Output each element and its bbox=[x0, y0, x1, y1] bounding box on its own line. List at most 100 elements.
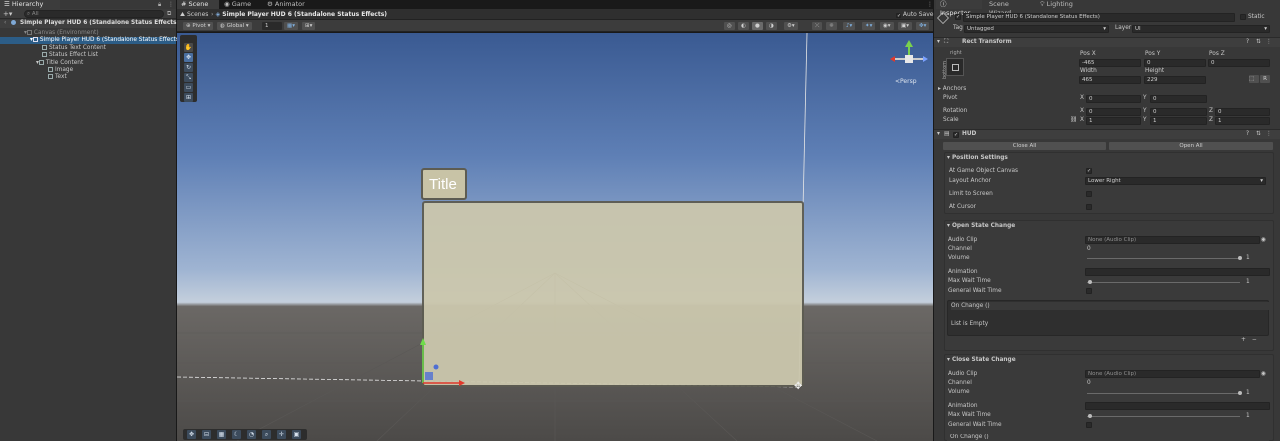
rotation-z-field[interactable]: 0 bbox=[1215, 108, 1270, 116]
add-event-button[interactable]: + bbox=[1241, 336, 1246, 344]
active-checkbox[interactable]: ✓ bbox=[955, 14, 961, 20]
pivot-y-field[interactable]: 0 bbox=[1150, 95, 1207, 103]
breadcrumb-root[interactable]: ⛰ Scenes bbox=[180, 11, 208, 19]
tab-scene-wizard[interactable]: Scene Wizard bbox=[985, 0, 1035, 17]
pos-x-field[interactable]: -465 bbox=[1079, 59, 1141, 67]
overlay-cam-tool-icon[interactable]: ▣ bbox=[292, 430, 301, 439]
constrain-proportions-icon[interactable]: ⛓ bbox=[1070, 116, 1077, 124]
position-settings-foldout[interactable]: ▾ Position Settings bbox=[947, 154, 1008, 162]
persp-label[interactable]: <Persp bbox=[895, 78, 917, 85]
tab-animator[interactable]: ⚙ Animator bbox=[263, 0, 313, 9]
open-audio-clip-field[interactable]: None (Audio Clip) bbox=[1085, 236, 1260, 244]
add-icon[interactable]: +▾ bbox=[3, 10, 12, 18]
render-mode-dropdown[interactable]: ⚙▾ bbox=[784, 22, 798, 30]
tab-lighting[interactable]: 💡︎ Lighting bbox=[1036, 0, 1081, 9]
rotate-tool-icon[interactable]: ↻ bbox=[184, 63, 193, 72]
preset-icon[interactable]: ⇅ bbox=[1256, 130, 1261, 138]
tab-inspector[interactable]: ⓘ Inspector bbox=[936, 0, 982, 17]
auto-save-toggle[interactable]: ✓ Auto Save bbox=[896, 11, 934, 19]
rect-transform-header[interactable]: ▾ ⛶ Rect Transform ? ⇅ ⋮ bbox=[934, 37, 1280, 47]
object-name-field[interactable]: Simple Player HUD 6 (Standalone Status E… bbox=[963, 13, 1235, 22]
pos-z-field[interactable]: 0 bbox=[1208, 59, 1270, 67]
hud-title-box[interactable]: Title bbox=[421, 168, 467, 200]
open-volume-slider[interactable] bbox=[1087, 258, 1240, 259]
limit-to-screen-checkbox[interactable] bbox=[1086, 191, 1092, 197]
close-state-change-foldout[interactable]: ▾ Close State Change bbox=[947, 356, 1016, 364]
layer-dropdown[interactable]: UI ▾ bbox=[1132, 25, 1270, 33]
gizmos-dropdown[interactable]: ✥▾ bbox=[916, 22, 930, 30]
static-checkbox[interactable] bbox=[1240, 14, 1246, 20]
move-tool-icon[interactable]: ✥ bbox=[184, 53, 193, 62]
move-gizmo[interactable] bbox=[417, 335, 477, 395]
rect-corner-handle-icon[interactable]: ✥ bbox=[794, 381, 802, 392]
close-general-wait-checkbox[interactable] bbox=[1086, 422, 1092, 428]
close-animation-field[interactable] bbox=[1085, 402, 1270, 410]
raw-edit-button[interactable]: R bbox=[1260, 75, 1270, 83]
tab-scene[interactable]: # Scene bbox=[177, 0, 219, 9]
open-state-change-foldout[interactable]: ▾ Open State Change bbox=[947, 222, 1015, 230]
snap-increment-button[interactable]: ⊞▾ bbox=[302, 22, 316, 30]
width-field[interactable]: 465 bbox=[1079, 76, 1141, 84]
global-dropdown[interactable]: ◍ Global ▾ bbox=[217, 22, 252, 30]
open-max-wait-slider[interactable] bbox=[1087, 282, 1240, 283]
pos-y-field[interactable]: 0 bbox=[1144, 59, 1206, 67]
shaded-button[interactable]: ◐ bbox=[738, 22, 749, 30]
open-general-wait-checkbox[interactable] bbox=[1086, 288, 1092, 294]
open-volume-knob[interactable] bbox=[1238, 256, 1242, 260]
search-filter-icon[interactable]: ⧉ bbox=[167, 10, 171, 18]
2d-toggle[interactable]: ⤫ bbox=[812, 22, 823, 30]
help-icon[interactable]: ? bbox=[1246, 130, 1249, 138]
close-max-wait-slider[interactable] bbox=[1087, 416, 1240, 417]
layout-anchor-dropdown[interactable]: Lower Right ▾ bbox=[1085, 177, 1266, 185]
auto-save-checkbox[interactable]: ✓ bbox=[896, 13, 901, 19]
scene-viewport[interactable]: Title ✥ ✋ ✥ ↻ ⤡ ▭ ⊞ <Persp ✥ ⊟ ▦ ☾ ◔ ⌕ ✛… bbox=[177, 33, 933, 441]
audio-toggle[interactable]: ♪▾ bbox=[843, 22, 856, 30]
hand-tool-icon[interactable]: ✋ bbox=[184, 43, 193, 52]
lock-icon[interactable]: 🔒︎ bbox=[158, 1, 161, 9]
scene-more-icon[interactable]: ⋮ bbox=[927, 1, 933, 8]
overlay-search-icon[interactable]: ⌕ bbox=[262, 430, 271, 439]
open-max-wait-knob[interactable] bbox=[1088, 280, 1092, 284]
pivot-dropdown[interactable]: ⊕ Pivot ▾ bbox=[183, 22, 214, 30]
overlay-lighting-icon[interactable]: ☾ bbox=[232, 430, 241, 439]
close-volume-slider[interactable] bbox=[1087, 393, 1240, 394]
hierarchy-item[interactable]: Image bbox=[0, 67, 73, 74]
preset-icon[interactable]: ⇅ bbox=[1256, 38, 1261, 46]
grid-snap-button[interactable]: ▦▾ bbox=[284, 22, 298, 30]
hierarchy-search-input[interactable]: ⌕ All bbox=[24, 10, 164, 18]
solid-button[interactable]: ● bbox=[752, 22, 763, 30]
tab-hierarchy[interactable]: ☰ Hierarchy bbox=[0, 0, 60, 9]
at-cursor-checkbox[interactable] bbox=[1086, 204, 1092, 210]
anchor-preset-button[interactable] bbox=[946, 58, 964, 76]
camera-dropdown[interactable]: ▣▾ bbox=[898, 22, 912, 30]
open-animation-field[interactable] bbox=[1085, 268, 1270, 276]
anchors-foldout[interactable]: ▸ Anchors bbox=[938, 85, 966, 93]
overlay-move-icon[interactable]: ✥ bbox=[187, 430, 196, 439]
height-field[interactable]: 229 bbox=[1144, 76, 1206, 84]
overlay-camera-icon[interactable]: ◔ bbox=[247, 430, 256, 439]
scale-tool-icon[interactable]: ⤡ bbox=[184, 73, 193, 82]
close-audio-clip-field[interactable]: None (Audio Clip) bbox=[1085, 370, 1260, 378]
grid-size-field[interactable]: 1 bbox=[262, 22, 282, 30]
more-menu-icon[interactable]: ⋮ bbox=[168, 1, 174, 8]
overlay-snap-icon[interactable]: ⊟ bbox=[202, 430, 211, 439]
blueprint-mode-button[interactable]: ⬚ bbox=[1249, 75, 1259, 83]
pivot-x-field[interactable]: 0 bbox=[1086, 95, 1141, 103]
wireframe-button[interactable]: ◎ bbox=[724, 22, 735, 30]
tab-game[interactable]: ◉ Game bbox=[220, 0, 262, 9]
effects-dropdown[interactable]: ✦▾ bbox=[862, 22, 876, 30]
rect-tool-icon[interactable]: ▭ bbox=[184, 83, 193, 92]
close-max-wait-knob[interactable] bbox=[1088, 414, 1092, 418]
visibility-toggle[interactable]: ◉▾ bbox=[880, 22, 894, 30]
hierarchy-item[interactable]: Status Text Content bbox=[0, 45, 106, 52]
orientation-gizmo[interactable] bbox=[889, 39, 929, 79]
at-game-object-canvas-checkbox[interactable]: ✓ bbox=[1086, 168, 1092, 174]
hud-component-header[interactable]: ▾ ▤ ✓ HUD ? ⇅ ⋮ bbox=[934, 129, 1280, 139]
object-picker-icon[interactable]: ◉ bbox=[1261, 236, 1266, 244]
rotation-x-field[interactable]: 0 bbox=[1086, 108, 1141, 116]
hierarchy-item[interactable]: ▾ Title Content bbox=[0, 60, 83, 67]
help-icon[interactable]: ? bbox=[1246, 38, 1249, 46]
overlay-orient-icon[interactable]: ✛ bbox=[277, 430, 286, 439]
object-picker-icon[interactable]: ◉ bbox=[1261, 370, 1266, 378]
hierarchy-item[interactable]: ▾ Canvas (Environment) bbox=[0, 30, 176, 37]
